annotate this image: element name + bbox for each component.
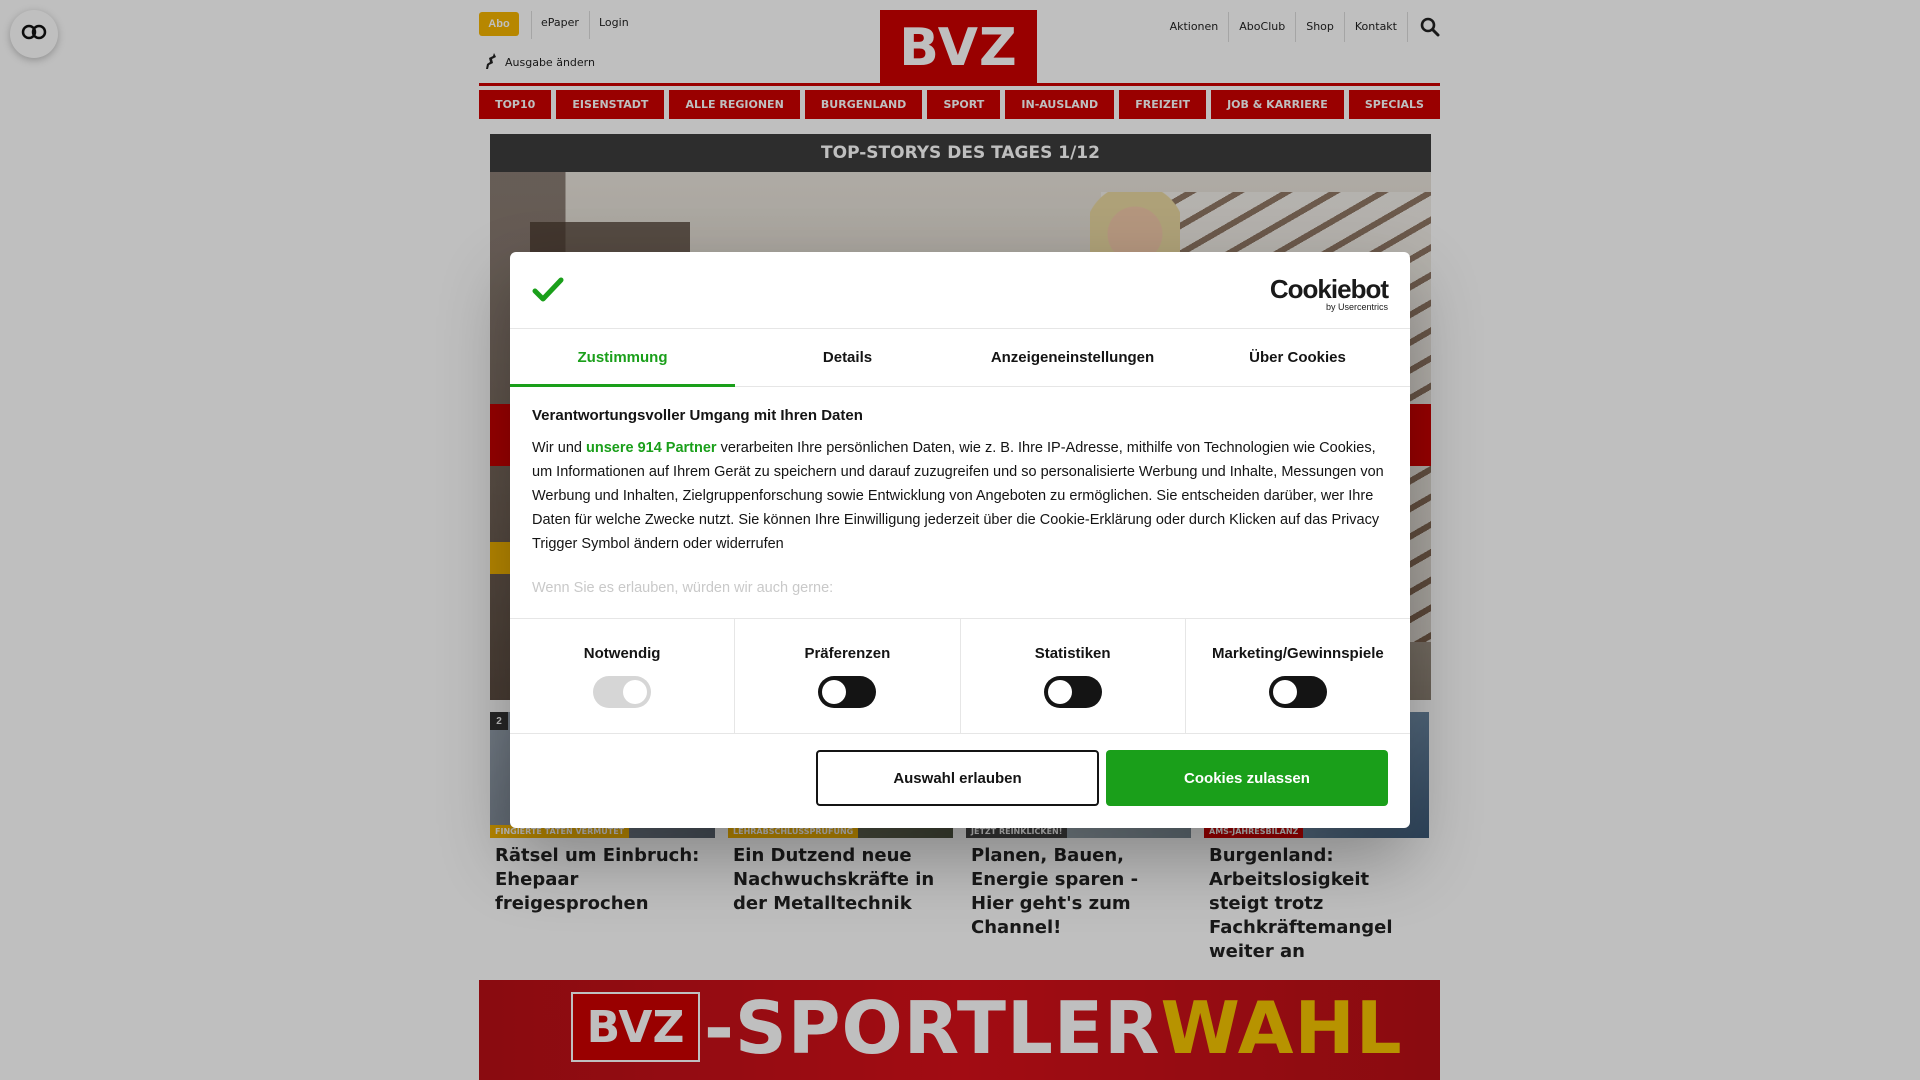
toggle-knob	[1272, 680, 1297, 704]
tab-details[interactable]: Details	[735, 328, 960, 386]
dialog-faded-text: Wenn Sie es erlauben, würden wir auch ge…	[532, 580, 834, 596]
toggle-knob	[623, 680, 648, 704]
allow-selection-button[interactable]: Auswahl erlauben	[816, 750, 1099, 806]
dialog-body: Verantwortungsvoller Umgang mit Ihren Da…	[532, 407, 1388, 596]
cookiebot-logo: Cookiebot by Usercentrics	[1269, 274, 1389, 312]
consent-marketing: Marketing/Gewinnspiele	[1186, 619, 1410, 733]
description-text: Wir und	[532, 440, 586, 456]
dialog-tabs: Zustimmung Details Anzeigeneinstellungen…	[510, 328, 1410, 387]
cookiebot-name: Cookiebot	[1269, 274, 1389, 304]
tab-ueber-cookies[interactable]: Über Cookies	[1185, 328, 1410, 386]
dialog-actions: Auswahl erlauben Cookies zulassen	[510, 732, 1410, 828]
consent-toggle-statistiken[interactable]	[1043, 676, 1102, 708]
tab-zustimmung[interactable]: Zustimmung	[510, 328, 735, 387]
consent-categories: Notwendig Präferenzen Statistiken Market…	[510, 618, 1410, 734]
tab-anzeigeneinstellungen[interactable]: Anzeigeneinstellungen	[960, 328, 1185, 386]
dialog-heading: Verantwortungsvoller Umgang mit Ihren Da…	[532, 407, 863, 424]
consent-label: Präferenzen	[804, 645, 891, 662]
checkmark-icon	[532, 276, 564, 309]
toggle-knob	[822, 680, 847, 704]
dialog-header: Cookiebot by Usercentrics	[510, 252, 1410, 329]
cookie-consent-dialog: Cookiebot by Usercentrics Zustimmung Det…	[510, 252, 1410, 828]
consent-toggle-notwendig	[593, 676, 652, 708]
consent-label: Notwendig	[583, 645, 661, 662]
consent-toggle-marketing[interactable]	[1268, 676, 1327, 708]
consent-notwendig: Notwendig	[510, 619, 736, 733]
consent-toggle-praeferenzen[interactable]	[818, 676, 877, 708]
consent-label: Statistiken	[1034, 645, 1111, 662]
allow-all-cookies-button[interactable]: Cookies zulassen	[1106, 750, 1388, 806]
consent-label: Marketing/Gewinnspiele	[1212, 645, 1384, 662]
description-text: verarbeiten Ihre persönlichen Daten, wie…	[532, 440, 1384, 552]
consent-praeferenzen: Präferenzen	[735, 619, 961, 733]
consent-statistiken: Statistiken	[961, 619, 1186, 733]
dialog-description: Wir und unsere 914 Partner verarbeiten I…	[532, 436, 1388, 556]
toggle-knob	[1047, 680, 1072, 704]
partners-link[interactable]: unsere 914 Partner	[586, 440, 717, 456]
